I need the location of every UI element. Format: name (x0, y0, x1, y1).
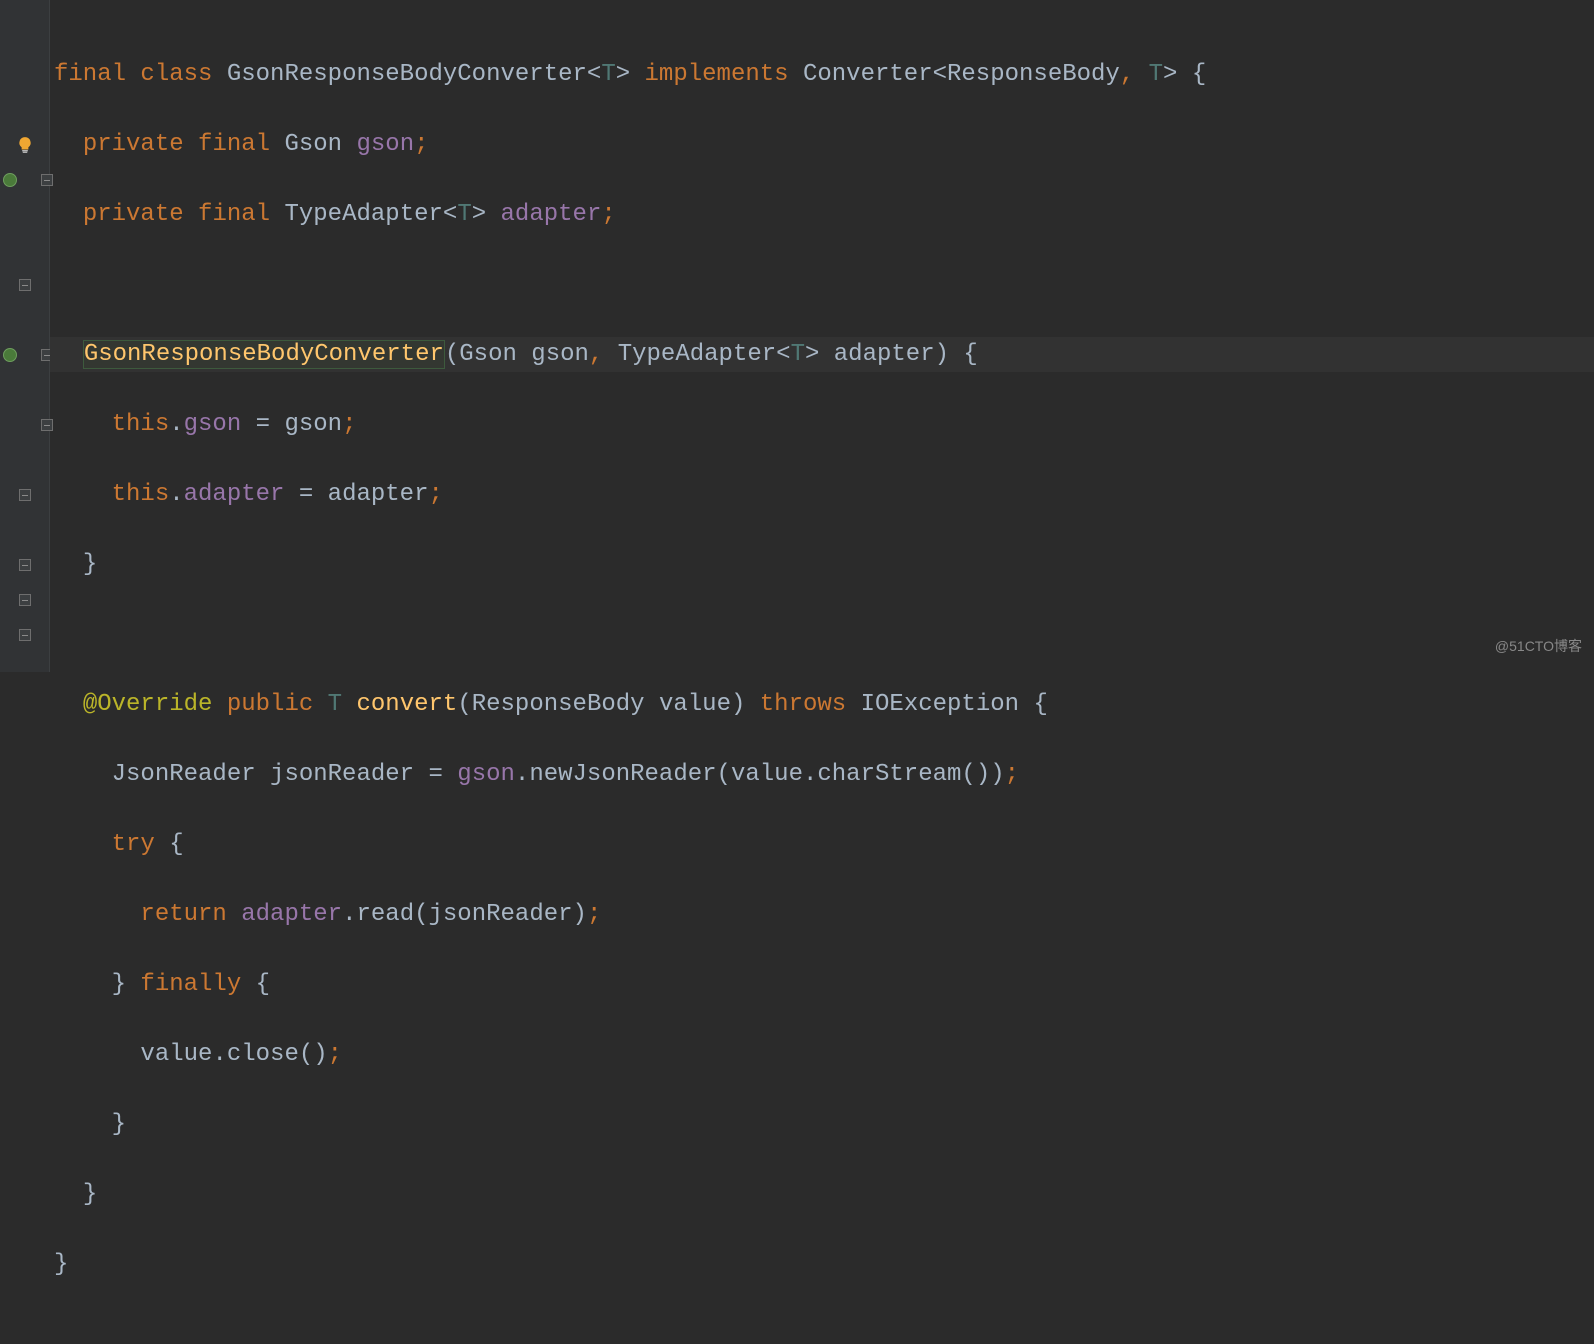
code-line[interactable]: @Override public T convert(ResponseBody … (50, 687, 1594, 722)
lightbulb-icon[interactable] (0, 127, 49, 162)
field: adapter (501, 201, 602, 228)
interface-name: Converter (803, 61, 933, 88)
keyword: class (140, 61, 212, 88)
field: adapter (184, 481, 285, 508)
return-type: T (328, 691, 342, 718)
code-line[interactable]: this.adapter = adapter; (50, 477, 1594, 512)
keyword: final (198, 131, 270, 158)
code-line[interactable]: private final TypeAdapter<T> adapter; (50, 197, 1594, 232)
keyword: throws (760, 691, 846, 718)
keyword: public (227, 691, 313, 718)
keyword: implements (645, 61, 789, 88)
code-line[interactable]: private final Gson gson; (50, 127, 1594, 162)
keyword: private (83, 131, 184, 158)
method-name: convert (356, 691, 457, 718)
fold-end-icon[interactable] (0, 267, 49, 302)
keyword: try (112, 831, 155, 858)
field: gson (356, 131, 414, 158)
code-line[interactable]: final class GsonResponseBodyConverter<T>… (50, 57, 1594, 92)
code-line[interactable] (50, 617, 1594, 652)
code-line[interactable]: } (50, 547, 1594, 582)
code-line[interactable]: return adapter.read(jsonReader); (50, 897, 1594, 932)
watermark: @51CTO博客 (1495, 629, 1582, 664)
keyword: this (112, 481, 170, 508)
constructor: GsonResponseBodyConverter (84, 341, 444, 368)
code-line[interactable] (50, 267, 1594, 302)
type: Gson (284, 131, 342, 158)
keyword: return (140, 901, 226, 928)
keyword: private (83, 201, 184, 228)
keyword: final (54, 61, 126, 88)
code-line[interactable]: value.close(); (50, 1037, 1594, 1072)
code-line[interactable]: } (50, 1247, 1594, 1282)
code-line-current[interactable]: GsonResponseBodyConverter(Gson gson, Typ… (50, 337, 1594, 372)
keyword: finally (140, 971, 241, 998)
type-param: T (601, 61, 615, 88)
gutter (0, 0, 50, 672)
annotation: @Override (83, 691, 213, 718)
code-line[interactable]: try { (50, 827, 1594, 862)
keyword: this (112, 411, 170, 438)
fold-end-icon[interactable] (0, 617, 49, 652)
code-editor[interactable]: final class GsonResponseBodyConverter<T>… (0, 0, 1594, 672)
code-line[interactable]: JsonReader jsonReader = gson.newJsonRead… (50, 757, 1594, 792)
code-line[interactable]: this.gson = gson; (50, 407, 1594, 442)
type: JsonReader (112, 761, 256, 788)
fold-end-icon[interactable] (0, 477, 49, 512)
code-line[interactable]: } (50, 1107, 1594, 1142)
code-area[interactable]: final class GsonResponseBodyConverter<T>… (50, 0, 1594, 672)
keyword: final (198, 201, 270, 228)
fold-end-icon[interactable] (0, 582, 49, 617)
code-line[interactable]: } finally { (50, 967, 1594, 1002)
code-line[interactable]: } (50, 1177, 1594, 1212)
class-name: GsonResponseBodyConverter (227, 61, 587, 88)
field: gson (184, 411, 242, 438)
type: TypeAdapter (284, 201, 442, 228)
fold-end-icon[interactable] (0, 547, 49, 582)
